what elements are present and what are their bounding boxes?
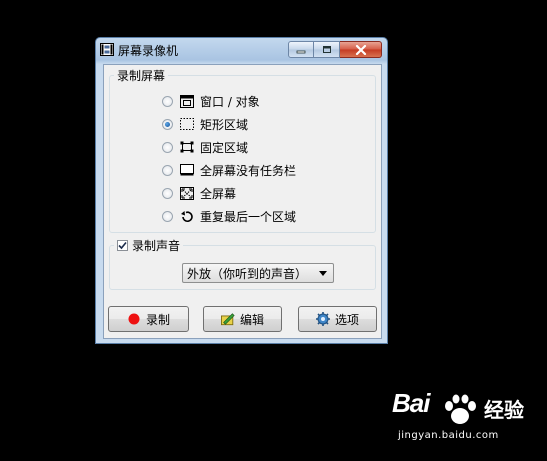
radio-rect-region[interactable]	[162, 118, 173, 130]
fullscreen-icon	[180, 186, 194, 200]
watermark-url: jingyan.baidu.com	[398, 430, 499, 441]
edit-button-label: 编辑	[239, 312, 264, 327]
window-icon	[180, 94, 194, 108]
paw-logo-icon	[445, 394, 476, 424]
close-button[interactable]	[340, 41, 382, 58]
option-label: 固定区域	[200, 140, 249, 155]
baidu-jingyan-watermark: Bai 经验 jingyan.baidu.com	[392, 388, 542, 458]
option-fullscreen-no-taskbar[interactable]: 全屏幕没有任务栏	[162, 162, 296, 178]
audio-source-value: 外放（你听到的声音）	[187, 266, 308, 281]
options-button[interactable]: 选项	[298, 306, 377, 332]
gear-icon	[315, 312, 330, 326]
capture-screen-legend: 录制屏幕	[117, 69, 166, 83]
option-fixed-region[interactable]: 固定区域	[162, 139, 248, 155]
fullscreen-no-taskbar-icon	[180, 163, 194, 177]
option-fullscreen[interactable]: 全屏幕	[162, 185, 236, 201]
option-label: 全屏幕	[200, 186, 237, 201]
minimize-icon	[296, 50, 306, 53]
window-title: 屏幕录像机	[118, 44, 179, 58]
option-label: 重复最后一个区域	[200, 209, 297, 224]
option-window-object[interactable]: 窗口 / 对象	[162, 93, 260, 109]
recorder-window: 屏幕录像机 录制屏幕 窗口 / 对象 矩形区域 固定区域 全屏幕没有任务栏 全屏…	[95, 37, 388, 344]
radio-repeat-region[interactable]	[162, 210, 173, 222]
repeat-region-icon	[180, 209, 194, 223]
chevron-down-icon	[319, 271, 327, 276]
option-rect-region[interactable]: 矩形区域	[162, 116, 248, 132]
title-bar[interactable]: 屏幕录像机	[96, 38, 387, 62]
rect-region-icon	[180, 117, 194, 131]
fixed-region-icon	[180, 140, 194, 154]
record-button-label: 录制	[145, 312, 170, 327]
checkmark-icon	[117, 240, 128, 251]
option-repeat-region[interactable]: 重复最后一个区域	[162, 208, 296, 224]
close-icon	[355, 44, 366, 55]
radio-fullscreen[interactable]	[162, 187, 173, 199]
options-button-label: 选项	[334, 312, 359, 327]
radio-fixed-region[interactable]	[162, 141, 173, 153]
maximize-button[interactable]	[314, 41, 340, 58]
record-audio-label: 录制声音	[132, 239, 181, 253]
watermark-brand: Bai	[392, 388, 430, 418]
record-audio-checkbox[interactable]: 录制声音	[117, 237, 180, 254]
edit-icon	[220, 312, 235, 326]
watermark-jingyan: 经验	[484, 398, 524, 422]
option-label: 窗口 / 对象	[200, 94, 260, 109]
maximize-icon	[322, 46, 331, 53]
minimize-button[interactable]	[288, 41, 314, 58]
record-button[interactable]: 录制	[108, 306, 189, 332]
radio-fullscreen-no-taskbar[interactable]	[162, 164, 173, 176]
audio-source-select[interactable]: 外放（你听到的声音）	[182, 263, 334, 283]
film-icon	[100, 43, 114, 56]
option-label: 矩形区域	[200, 117, 249, 132]
edit-button[interactable]: 编辑	[203, 306, 282, 332]
radio-window-object[interactable]	[162, 95, 173, 107]
client-area: 录制屏幕 窗口 / 对象 矩形区域 固定区域 全屏幕没有任务栏 全屏幕 重复最后…	[103, 64, 382, 339]
option-label: 全屏幕没有任务栏	[200, 163, 297, 178]
record-icon	[127, 312, 141, 326]
